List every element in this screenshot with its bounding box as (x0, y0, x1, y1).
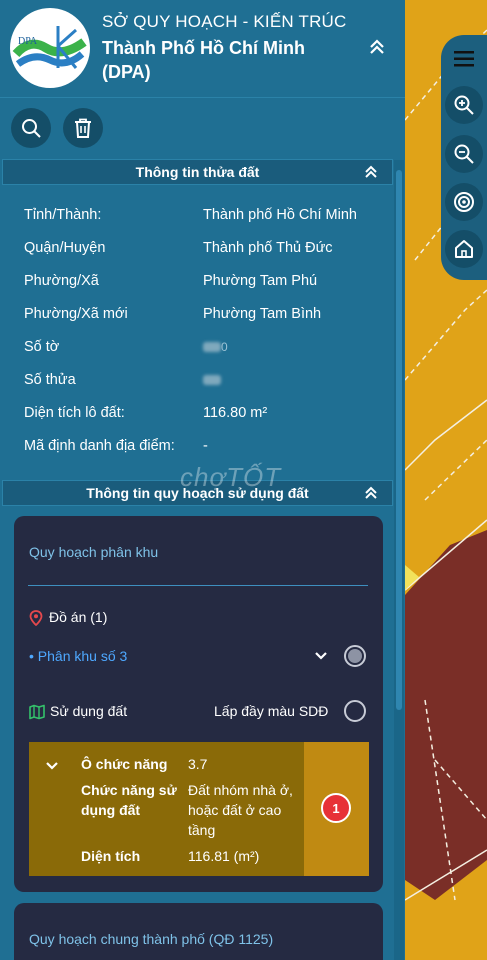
info-row-ward: Phường/Xã Phường Tam Phú (0, 264, 390, 297)
project-count-label: Đồ án (1) (49, 609, 108, 625)
info-value (203, 372, 221, 388)
dpa-logo: DPA (10, 8, 90, 88)
info-label: Tỉnh/Thành: (24, 207, 102, 223)
locate-button[interactable] (445, 183, 483, 221)
usage-label: Chức năng sử dụng đất (81, 782, 177, 818)
collapse-header-button[interactable] (368, 38, 386, 61)
divider (28, 585, 368, 586)
blurred-value (203, 375, 221, 386)
logo-icon (12, 10, 88, 86)
info-value: Thành phố Hồ Chí Minh (203, 207, 357, 223)
parcel-section-header[interactable]: Thông tin thửa đất (2, 159, 393, 185)
land-use-label: Sử dụng đất (50, 703, 128, 719)
info-row-plot-number: Số thửa (0, 363, 390, 396)
zone-item-link[interactable]: • Phân khu số 3 (29, 648, 127, 664)
chevron-down-icon[interactable] (314, 651, 328, 661)
zone-planning-card: Quy hoạch phân khu Đồ án (1) • Phân khu … (14, 516, 383, 892)
delete-button[interactable] (63, 108, 103, 148)
menu-button[interactable] (445, 40, 483, 78)
info-row-area: Diện tích lô đất: 116.80 m² (0, 396, 390, 429)
parcel-section-title: Thông tin thửa đất (135, 164, 260, 180)
info-panel: DPA SỞ QUY HOẠCH - KIẾN TRÚC Thành Phố H… (0, 0, 405, 960)
area-label: Diện tích (81, 848, 141, 864)
count-badge: 1 (321, 793, 351, 823)
chevron-double-up-icon (365, 486, 377, 499)
info-label: Số thửa (24, 372, 76, 388)
general-card-title: Quy hoạch chung thành phố (QĐ 1125) (29, 931, 274, 947)
cell-label: Ô chức năng (81, 756, 168, 772)
map-controls (441, 35, 487, 280)
blurred-value (203, 342, 221, 353)
info-label: Số tờ (24, 339, 60, 355)
cell-value: 3.7 (188, 756, 208, 772)
zoom-in-icon (454, 95, 474, 115)
search-icon (22, 119, 41, 138)
parcel-info-list: Tỉnh/Thành: Thành phố Hồ Chí Minh Quận/H… (0, 198, 390, 462)
chevron-double-up-icon (370, 39, 384, 54)
info-label: Phường/Xã (24, 273, 99, 289)
target-icon (454, 192, 474, 212)
org-name-line1: SỞ QUY HOẠCH - KIẾN TRÚC (102, 12, 347, 31)
home-icon (455, 240, 473, 258)
trash-icon (75, 118, 91, 138)
general-planning-card: Quy hoạch chung thành phố (QĐ 1125) (14, 903, 383, 960)
info-value: - (203, 438, 208, 454)
info-value: Phường Tam Bình (203, 306, 322, 322)
usage-value: Đất nhóm nhà ở, hoặc đất ở cao tầng (188, 782, 293, 838)
function-badge-area: 1 (304, 742, 369, 876)
chevron-double-up-icon (365, 165, 377, 178)
zone-select-radio[interactable] (344, 645, 366, 667)
info-row-location-id: Mã định danh địa điểm: - (0, 429, 390, 462)
chevron-down-icon[interactable] (45, 761, 59, 771)
watermark: chợTỐT (180, 462, 282, 492)
logo-text: DPA (18, 36, 38, 47)
fill-color-radio[interactable] (344, 700, 366, 722)
info-label: Mã định danh địa điểm: (24, 438, 175, 454)
zone-card-title: Quy hoạch phân khu (29, 544, 159, 560)
info-value: Phường Tam Phú (203, 273, 318, 289)
info-label: Diện tích lô đất: (24, 405, 125, 421)
panel-header: DPA SỞ QUY HOẠCH - KIẾN TRÚC Thành Phố H… (0, 0, 405, 98)
info-row-new-ward: Phường/Xã mới Phường Tam Bình (0, 297, 390, 330)
info-row-province: Tỉnh/Thành: Thành phố Hồ Chí Minh (0, 198, 390, 231)
org-name-line2: Thành Phố Hồ Chí Minh (DPA) (102, 38, 305, 82)
home-button[interactable] (445, 230, 483, 268)
info-value: Thành phố Thủ Đức (203, 240, 333, 256)
zoom-out-button[interactable] (445, 135, 483, 173)
scrollbar-thumb[interactable] (396, 170, 402, 710)
toolbar (0, 98, 405, 160)
search-button[interactable] (11, 108, 51, 148)
info-value: 0 (203, 339, 228, 355)
info-value: 116.80 m² (203, 405, 268, 421)
map-icon (29, 704, 45, 720)
function-cell-box[interactable]: Ô chức năng 3.7 Chức năng sử dụng đất Đấ… (29, 742, 369, 876)
info-label: Phường/Xã mới (24, 306, 128, 322)
menu-icon (454, 51, 474, 67)
info-row-sheet-number: Số tờ 0 (0, 330, 390, 363)
zoom-in-button[interactable] (445, 86, 483, 124)
info-label: Quận/Huyện (24, 240, 106, 256)
fill-color-label: Lấp đầy màu SDĐ (214, 703, 329, 719)
map-pin-icon (29, 610, 43, 626)
info-row-district: Quận/Huyện Thành phố Thủ Đức (0, 231, 390, 264)
area-value: 116.81 (m²) (188, 848, 260, 864)
zoom-out-icon (454, 144, 474, 164)
